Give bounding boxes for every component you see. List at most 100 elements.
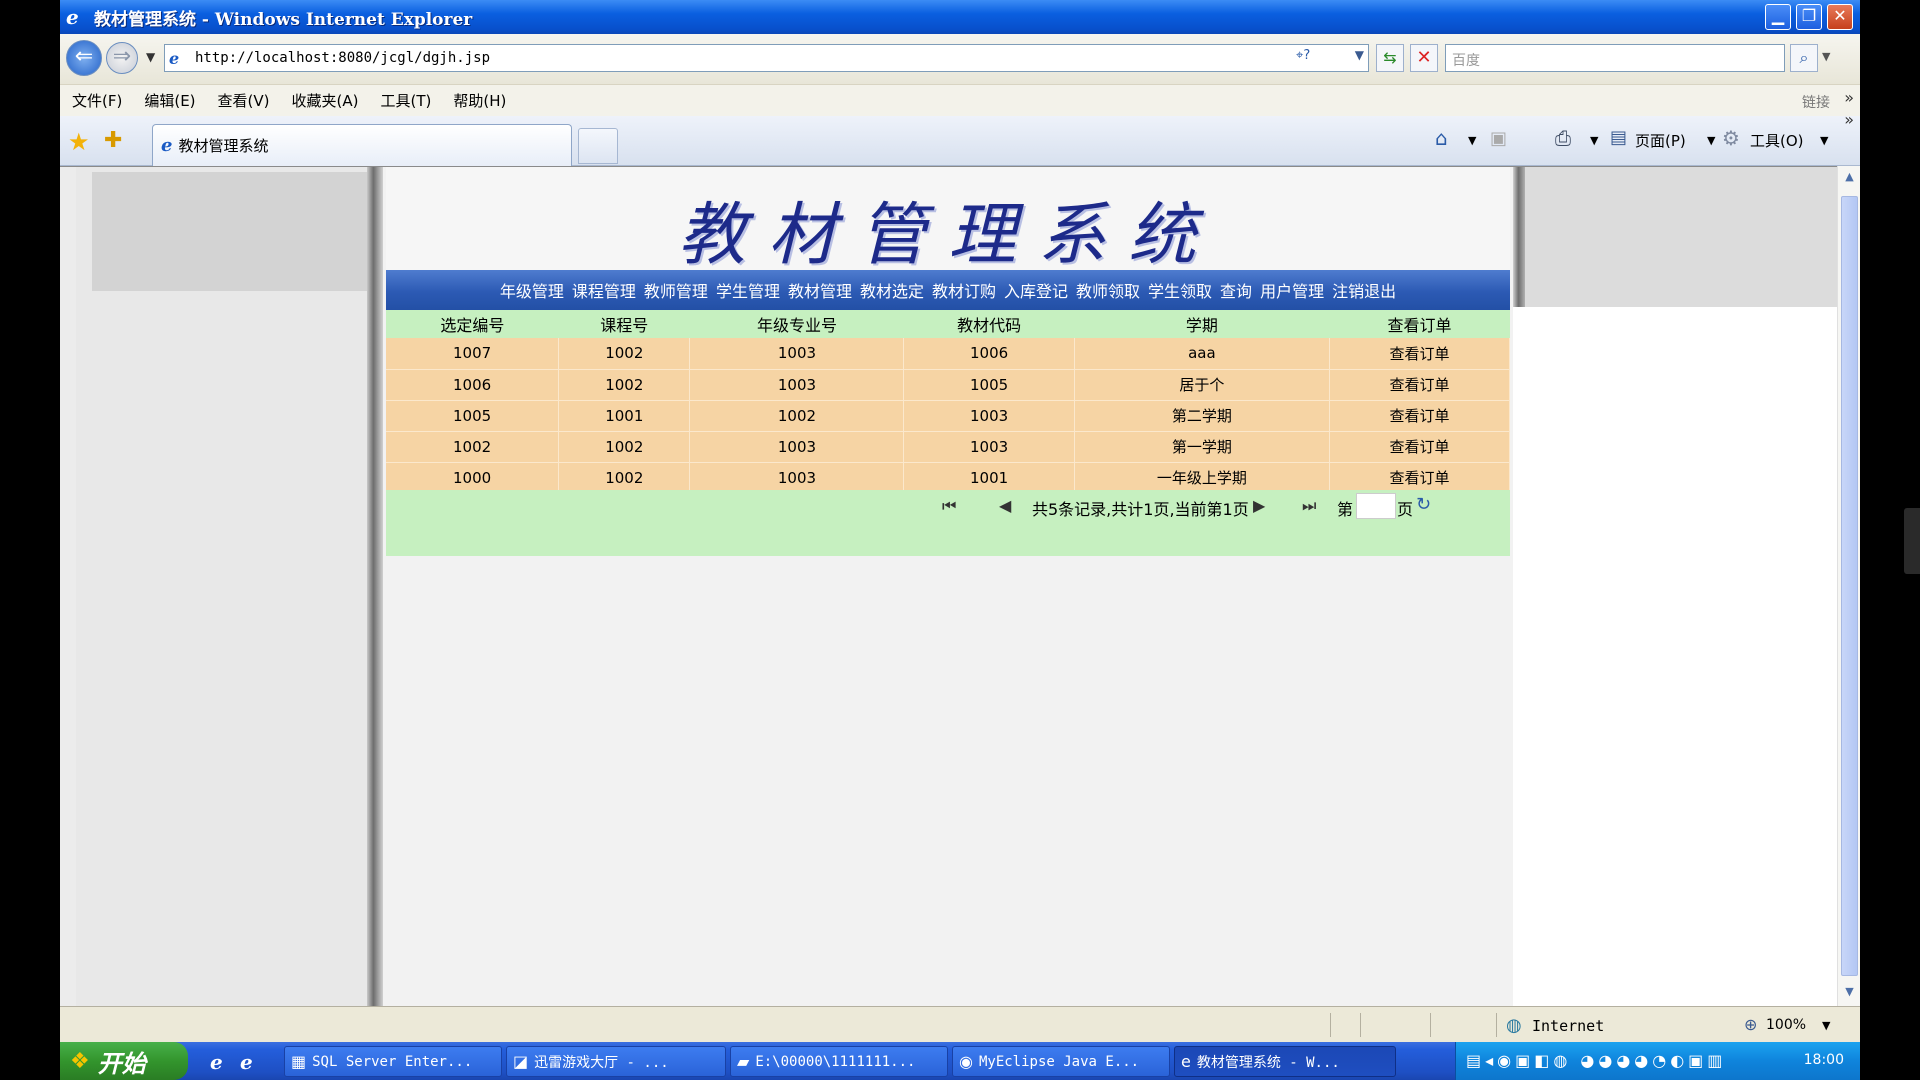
address-dropdown-icon[interactable]: ▼	[1355, 48, 1364, 62]
nav-textbook-selection[interactable]: 教材选定	[860, 278, 924, 302]
cell-grade-major-id: 1003	[689, 369, 905, 401]
vertical-scrollbar[interactable]: ▲ ▼	[1837, 166, 1860, 1006]
tab-active[interactable]: e 教材管理系统	[152, 124, 572, 166]
cell-course-id: 1001	[558, 400, 691, 432]
forward-button[interactable]: ⇒	[106, 42, 138, 74]
home-icon[interactable]: ⌂	[1435, 126, 1448, 150]
cell-grade-major-id: 1003	[689, 431, 905, 463]
view-order-link[interactable]: 查看订单	[1329, 338, 1510, 370]
nav-student-management[interactable]: 学生管理	[716, 278, 780, 302]
tray-icons[interactable]: ▤◂◉▣◧◍ ◕◕◕◕◔◐▣▥	[1466, 1051, 1726, 1070]
frame-divider-right[interactable]	[1513, 167, 1525, 307]
chevron-right-icon[interactable]: »	[1844, 110, 1854, 129]
cell-textbook-code: 1003	[903, 431, 1075, 463]
view-order-link[interactable]: 查看订单	[1329, 431, 1510, 463]
nav-textbook-management[interactable]: 教材管理	[788, 278, 852, 302]
frame-divider-left[interactable]	[367, 167, 383, 1006]
zoom-icon[interactable]: ⊕	[1744, 1015, 1757, 1034]
home-dropdown-icon[interactable]: ▼	[1468, 134, 1476, 147]
page-menu-button[interactable]: 页面(P)	[1635, 130, 1686, 151]
nav-grade-management[interactable]: 年级管理	[500, 278, 564, 302]
nav-query[interactable]: 查询	[1220, 278, 1252, 302]
folder-icon: ▰	[737, 1052, 750, 1071]
search-icon[interactable]: ⌕	[1790, 44, 1818, 72]
goto-page-input[interactable]	[1356, 493, 1396, 519]
search-input[interactable]: 百度	[1445, 44, 1785, 72]
menu-tools[interactable]: 工具(T)	[380, 90, 431, 111]
refresh-button[interactable]: ⇆	[1376, 44, 1404, 72]
nav-logout[interactable]: 注销退出	[1332, 278, 1396, 302]
task-label: MyEclipse Java E...	[978, 1053, 1140, 1070]
page-dropdown-icon[interactable]: ▼	[1707, 134, 1715, 147]
search-placeholder: 百度	[1452, 53, 1480, 69]
menu-edit[interactable]: 编辑(E)	[144, 90, 195, 111]
add-favorites-icon[interactable]: ✚	[104, 128, 122, 153]
taskbar-item-ie[interactable]: e 教材管理系统 - W...	[1174, 1046, 1396, 1077]
first-page-icon[interactable]: ⏮	[942, 496, 956, 516]
links-label[interactable]: 链接	[1802, 92, 1830, 112]
scroll-up-icon[interactable]: ▲	[1841, 170, 1858, 187]
feed-icon[interactable]: ▣	[1490, 128, 1507, 149]
goto-page-icon[interactable]: ↻	[1416, 494, 1431, 515]
maximize-button[interactable]: ❐	[1796, 4, 1822, 30]
tools-dropdown-icon[interactable]: ▼	[1820, 134, 1828, 147]
prev-page-icon[interactable]: ◀	[999, 496, 1011, 515]
menu-file[interactable]: 文件(F)	[72, 90, 122, 111]
task-label: E:\00000\1111111...	[755, 1053, 916, 1070]
cell-grade-major-id: 1003	[689, 338, 905, 370]
scrollbar-thumb[interactable]	[1841, 196, 1858, 976]
view-order-link[interactable]: 查看订单	[1329, 400, 1510, 432]
nav-user-management[interactable]: 用户管理	[1260, 278, 1324, 302]
taskbar-item-sqlserver[interactable]: ▦ SQL Server Enter...	[284, 1046, 502, 1077]
back-button[interactable]: ⇐	[66, 40, 102, 76]
print-icon[interactable]: ⎙	[1555, 126, 1571, 150]
menu-view[interactable]: 查看(V)	[218, 90, 270, 111]
zoom-dropdown-icon[interactable]: ▼	[1822, 1019, 1830, 1032]
view-order-link[interactable]: 查看订单	[1329, 462, 1510, 494]
stop-button[interactable]: ✕	[1410, 44, 1438, 72]
chevron-right-icon[interactable]: »	[1844, 88, 1854, 107]
side-handle[interactable]	[1904, 508, 1920, 574]
new-tab-button[interactable]	[578, 128, 618, 164]
minimize-button[interactable]: ▁	[1765, 4, 1791, 30]
print-dropdown-icon[interactable]: ▼	[1590, 134, 1598, 147]
zoom-level[interactable]: 100%	[1766, 1017, 1806, 1033]
window-title: 教材管理系统 - Windows Internet Explorer	[94, 9, 473, 30]
cell-selection-id: 1007	[386, 338, 560, 370]
gear-icon[interactable]: ⚙	[1722, 126, 1740, 150]
view-order-link[interactable]: 查看订单	[1329, 369, 1510, 401]
taskbar: ❖ 开始 e e ▦ SQL Server Enter... ◪ 迅雷游戏大厅 …	[60, 1042, 1860, 1080]
page-menu-icon[interactable]: ▤	[1610, 127, 1627, 148]
next-page-icon[interactable]: ▶	[1253, 496, 1265, 515]
nav-textbook-order[interactable]: 教材订购	[932, 278, 996, 302]
navigation-bar: ⇐ ⇒ ▼ e http://localhost:8080/jcgl/dgjh.…	[60, 34, 1860, 84]
nav-teacher-pickup[interactable]: 教师领取	[1076, 278, 1140, 302]
menu-help[interactable]: 帮助(H)	[453, 90, 506, 111]
address-input[interactable]: http://localhost:8080/jcgl/dgjh.jsp	[195, 50, 490, 66]
quicklaunch-browser-icon[interactable]: e	[240, 1050, 253, 1074]
taskbar-item-xunlei[interactable]: ◪ 迅雷游戏大厅 - ...	[506, 1046, 726, 1077]
nav-student-pickup[interactable]: 学生领取	[1148, 278, 1212, 302]
taskbar-item-myeclipse[interactable]: ◉ MyEclipse Java E...	[952, 1046, 1170, 1077]
tools-menu-button[interactable]: 工具(O)	[1750, 130, 1804, 151]
search-dropdown-icon[interactable]: ▼	[1822, 50, 1830, 63]
cell-grade-major-id: 1002	[689, 400, 905, 432]
ie-window: e 教材管理系统 - Windows Internet Explorer ▁ ❐…	[60, 0, 1860, 1080]
favorites-star-icon[interactable]: ★	[68, 128, 90, 156]
menu-favorites[interactable]: 收藏夹(A)	[292, 90, 359, 111]
taskbar-item-explorer[interactable]: ▰ E:\00000\1111111...	[730, 1046, 948, 1077]
start-button[interactable]: ❖ 开始	[60, 1042, 188, 1080]
nav-course-management[interactable]: 课程管理	[572, 278, 636, 302]
close-button[interactable]: ✕	[1827, 4, 1853, 30]
column-header: 课程号	[558, 310, 690, 338]
nav-teacher-management[interactable]: 教师管理	[644, 278, 708, 302]
nav-stock-in[interactable]: 入库登记	[1004, 278, 1068, 302]
cell-textbook-code: 1005	[903, 369, 1075, 401]
history-dropdown-icon[interactable]: ▼	[146, 50, 155, 64]
last-page-icon[interactable]: ⏭	[1302, 496, 1316, 516]
quicklaunch-ie-icon[interactable]: e	[210, 1050, 223, 1074]
address-bar[interactable]: e http://localhost:8080/jcgl/dgjh.jsp ⌖?…	[164, 44, 1369, 72]
scroll-down-icon[interactable]: ▼	[1841, 985, 1858, 1002]
compatibility-icon[interactable]: ⌖?	[1296, 48, 1340, 68]
tab-title: 教材管理系统	[178, 137, 269, 155]
